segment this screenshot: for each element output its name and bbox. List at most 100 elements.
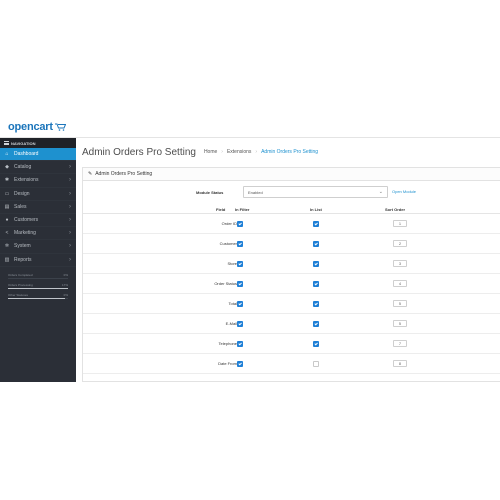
chevron-right-icon: › [69,190,71,197]
sort-order-input[interactable]: 2 [393,240,407,247]
table-row: Date From 8 [83,354,500,374]
opencart-logo[interactable]: opencart [8,120,66,134]
progress-label: Orders Processing [8,283,33,288]
in-list-checkbox[interactable] [313,321,319,327]
in-list-checkbox[interactable] [313,221,319,227]
sort-order-input[interactable]: 5 [393,300,407,307]
progress-fill [8,297,65,299]
module-status-select[interactable]: Enabled ⌄ [243,186,388,198]
panel-title: Admin Orders Pro Setting [95,171,153,177]
breadcrumb-extensions[interactable]: Extensions [227,149,251,155]
in-list-checkbox[interactable] [313,241,319,247]
puzzle-icon: ✱ [4,177,10,184]
header-field: Field [216,207,226,212]
in-filter-checkbox[interactable] [237,361,243,367]
chevron-right-icon: › [69,203,71,210]
sidebar-item-catalog[interactable]: ◆ Catalog › [0,161,76,175]
sidebar-item-label: System [14,243,31,250]
sort-order-input[interactable]: 4 [393,280,407,287]
monitor-icon: ▭ [4,190,10,197]
in-list-checkbox[interactable] [313,341,319,347]
in-filter-checkbox[interactable] [237,261,243,267]
nav-list: ⌂ Dashboard ◆ Catalog › ✱ Extensions › ▭ Design › ▤… [0,148,76,267]
breadcrumb-separator: › [255,149,258,155]
table-row: Order Status 4 [83,274,500,294]
cart-logo-icon [54,123,66,131]
header-in-list: In List [310,207,322,212]
chevron-right-icon: › [69,216,71,223]
breadcrumb-current[interactable]: Admin Orders Pro Setting [261,149,318,155]
page-title: Admin Orders Pro Setting [82,146,196,158]
check-icon [237,221,242,226]
sidebar-item-label: Extensions [14,177,39,184]
in-filter-checkbox[interactable] [237,241,243,247]
field-name: Store [227,261,237,266]
sidebar-item-label: Marketing [14,230,36,237]
sort-order-input[interactable]: 3 [393,260,407,267]
sidebar-item-label: Dashboard [14,151,39,158]
chevron-right-icon: › [69,243,71,250]
breadcrumb: Home › Extensions › Admin Orders Pro Set… [204,149,318,155]
in-filter-checkbox[interactable] [237,281,243,287]
field-name: Order ID [221,221,237,226]
sidebar-item-sales[interactable]: ▤ Sales › [0,201,76,214]
breadcrumb-home[interactable]: Home [204,149,217,155]
table-header: Field In Filter In List Sort Order [83,204,500,214]
chevron-right-icon: › [69,164,71,171]
in-filter-checkbox[interactable] [237,221,243,227]
progress-item: Orders Completed 0% [8,273,68,279]
sidebar-item-marketing[interactable]: < Marketing › [0,227,76,241]
sidebar-item-extensions[interactable]: ✱ Extensions › [0,174,76,188]
table-row: E-Mail 5 [83,314,500,334]
field-name: Total [228,301,237,306]
sort-order-input[interactable]: 1 [393,220,407,227]
progress-label: Other Statuses [8,293,29,298]
nav-header-label: NAVIGATION [11,140,36,146]
sort-order-input[interactable]: 8 [393,360,407,367]
nav-header[interactable]: NAVIGATION [0,138,76,148]
chevron-right-icon: › [69,177,71,184]
pencil-icon: ✎ [88,171,93,177]
table-row: Store 3 [83,254,500,274]
check-icon [237,321,242,326]
sidebar-item-customers[interactable]: ● Customers › [0,214,76,228]
module-status-row: Module Status Enabled ⌄ Open Module [83,186,500,199]
progress-fill [8,287,68,289]
in-list-checkbox[interactable] [313,361,319,367]
table-body: Order ID 1 Customer 2 Store 3 Order Status 4 Tot… [83,214,500,374]
chart-icon: ▥ [4,256,10,263]
in-filter-checkbox[interactable] [237,341,243,347]
sidebar-item-design[interactable]: ▭ Design › [0,188,76,201]
sort-order-input[interactable]: 5 [393,320,407,327]
in-list-checkbox[interactable] [313,261,319,267]
sidebar-item-reports[interactable]: ▥ Reports › [0,254,76,267]
sidebar: NAVIGATION ⌂ Dashboard ◆ Catalog › ✱ Extension… [0,138,76,382]
in-list-checkbox[interactable] [313,301,319,307]
main-content: Admin Orders Pro Setting Home › Extensio… [76,138,500,382]
open-module-link[interactable]: Open Module [392,189,416,194]
table-row: Order ID 1 [83,214,500,234]
sidebar-item-label: Reports [14,256,32,263]
field-name: Order Status [214,281,237,286]
table-row: Total 5 [83,294,500,314]
check-icon [313,341,318,346]
sidebar-item-label: Design [14,190,30,197]
sidebar-item-dashboard[interactable]: ⌂ Dashboard [0,148,76,162]
sort-order-input[interactable]: 7 [393,340,407,347]
check-icon [237,241,242,246]
table-row: Telephone 7 [83,334,500,354]
field-name: E-Mail [225,321,237,326]
progress-value: 17% [61,283,68,288]
check-icon [237,301,242,306]
field-name: Date From [218,361,237,366]
chevron-right-icon: › [69,230,71,237]
in-filter-checkbox[interactable] [237,321,243,327]
sidebar-item-system[interactable]: ✲ System › [0,240,76,254]
in-filter-checkbox[interactable] [237,301,243,307]
in-list-checkbox[interactable] [313,281,319,287]
check-icon [313,301,318,306]
check-icon [313,261,318,266]
page: opencart NAVIGATION ⌂ Dashboard ◆ Catalog › ✱… [0,0,500,500]
menu-bars-icon [4,141,9,145]
progress-bar [8,287,68,289]
